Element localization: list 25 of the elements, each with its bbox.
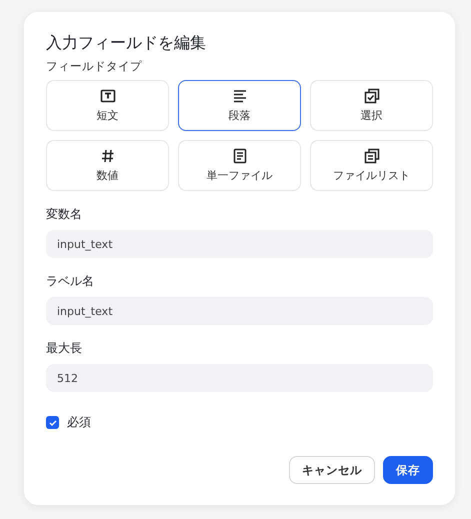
documents-icon (364, 148, 380, 164)
field-type-option[interactable]: 短文 (46, 80, 169, 131)
lines-icon (232, 88, 248, 104)
field-type-option[interactable]: ファイルリスト (310, 140, 433, 191)
checkbox-stack-icon (364, 88, 380, 104)
text-box-icon (100, 88, 116, 104)
field-type-option[interactable]: 数値 (46, 140, 169, 191)
cancel-button[interactable]: キャンセル (289, 456, 375, 484)
input-field[interactable]: 512 (46, 364, 433, 392)
document-icon (232, 148, 248, 164)
checkbox-label: 必須 (67, 414, 91, 431)
dialog-title: 入力フィールドを編集 (46, 32, 207, 54)
field-label: 最大長 (46, 340, 83, 357)
input-field[interactable]: input_text (46, 297, 433, 325)
field-label: 変数名 (46, 206, 83, 223)
field-label: ラベル名 (46, 273, 95, 290)
input-field[interactable]: input_text (46, 230, 433, 258)
hash-icon (100, 148, 116, 164)
checkbox[interactable] (46, 416, 59, 429)
field-type-option[interactable]: 単一ファイル (178, 140, 301, 191)
field-type-option[interactable]: 段落 (178, 80, 301, 131)
save-button[interactable]: 保存 (383, 456, 433, 484)
check-icon (48, 418, 58, 428)
field-type-label: フィールドタイプ (46, 58, 143, 74)
field-type-option[interactable]: 選択 (310, 80, 433, 131)
